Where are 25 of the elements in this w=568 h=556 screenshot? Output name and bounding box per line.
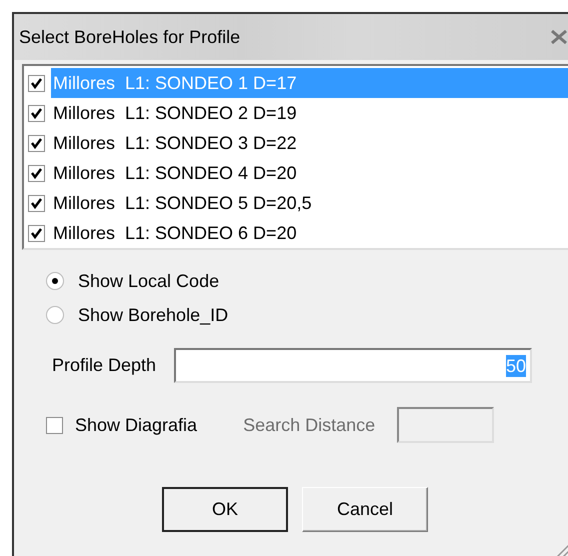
radio-label: Show Local Code <box>78 270 220 292</box>
checkbox[interactable] <box>28 164 45 182</box>
field-value: 50 <box>506 354 526 376</box>
checkbox[interactable] <box>28 134 45 152</box>
checkbox[interactable] <box>28 104 45 122</box>
checkbox-label: Show Diagrafia <box>75 414 198 437</box>
checkbox[interactable] <box>28 194 45 212</box>
field-label: Search Distance <box>243 414 376 436</box>
list-item[interactable]: Millores L1: SONDEO 5 D=20,5 <box>51 188 568 218</box>
ok-button[interactable]: OK <box>162 487 288 532</box>
radio-button[interactable] <box>46 272 64 290</box>
resize-grip-icon[interactable] <box>554 544 568 556</box>
list-item[interactable]: Millores L1: SONDEO 6 D=20 <box>51 218 568 248</box>
list-item[interactable]: Millores L1: SONDEO 4 D=20 <box>51 158 568 188</box>
window-title: Select BoreHoles for Profile <box>19 26 240 48</box>
checkbox[interactable] <box>28 74 45 92</box>
close-icon[interactable] <box>550 30 568 44</box>
cancel-button[interactable]: Cancel <box>302 487 428 532</box>
checkbox[interactable] <box>28 224 45 242</box>
list-item[interactable]: Millores L1: SONDEO 2 D=19 <box>51 98 568 128</box>
radio-button[interactable] <box>46 306 64 324</box>
list-item[interactable]: Millores L1: SONDEO 3 D=22 <box>51 128 568 158</box>
field-label: Profile Depth <box>52 354 156 377</box>
radio-label: Show Borehole_ID <box>78 304 228 326</box>
checkbox[interactable] <box>46 416 63 434</box>
